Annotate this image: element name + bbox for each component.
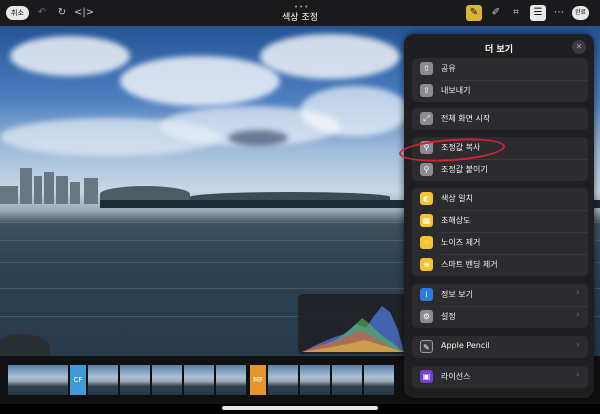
menu-item-fullscreen[interactable]: ⤢ 전체 화면 시작	[412, 108, 588, 130]
filmstrip-thumbnail[interactable]	[332, 365, 362, 395]
home-indicator[interactable]	[222, 406, 378, 410]
crop-icon[interactable]: ⌗	[508, 5, 524, 21]
menu-group-pencil: ✎ Apple Pencil ›	[412, 336, 588, 358]
menu-item-share[interactable]: ⇧ 공유	[412, 58, 588, 80]
auto-adjust-icon[interactable]: ✎	[466, 5, 482, 21]
done-button[interactable]: 완료	[572, 6, 590, 20]
menu-item-label: 색상 일치	[441, 194, 473, 203]
menu-item-label: 라이선스	[441, 372, 471, 381]
histogram-graph	[302, 306, 404, 352]
menu-item-settings[interactable]: ⚙ 설정 ›	[412, 306, 588, 328]
more-icon[interactable]: ⋯	[551, 5, 567, 21]
filmstrip-thumbnail[interactable]	[8, 365, 38, 395]
cloud	[120, 56, 280, 106]
noise-reduction-icon: ⁘	[420, 236, 433, 249]
top-toolbar: ••• 취소 ↶ ↻ <|> 색상 조정 ✎ ✐ ⌗ ☰ ⋯ 완료	[0, 0, 600, 26]
chevron-right-icon: ›	[576, 370, 580, 380]
menu-item-super-resolution[interactable]: ▦ 초해상도	[412, 210, 588, 232]
filmstrip-thumbnail[interactable]	[268, 365, 298, 395]
building	[34, 176, 42, 204]
foreground-rock	[0, 334, 50, 356]
menu-item-label: 공유	[441, 64, 456, 73]
super-resolution-icon: ▦	[420, 214, 433, 227]
menu-item-label: 스마트 밴딩 제거	[441, 260, 498, 269]
adjust-sliders-icon[interactable]: ☰	[530, 5, 546, 21]
menu-item-license[interactable]: ▣ 라이선스 ›	[412, 366, 588, 388]
cloud	[300, 86, 410, 136]
filmstrip-thumbnail[interactable]	[216, 365, 246, 395]
menu-group-license: ▣ 라이선스 ›	[412, 366, 588, 388]
menu-item-label: 노이즈 제거	[441, 238, 481, 247]
building	[56, 176, 68, 204]
cloud	[0, 118, 220, 156]
cloud	[228, 130, 288, 146]
building	[70, 182, 80, 204]
pencil-icon: ✎	[420, 340, 433, 353]
menu-title: 더 보기	[485, 45, 513, 55]
smart-debanding-icon: ≡	[420, 258, 433, 271]
menu-item-paste-adjustments[interactable]: ⚲ 조정값 붙이기	[412, 159, 588, 181]
paste-adjustments-icon: ⚲	[420, 163, 433, 176]
chevron-right-icon: ›	[576, 288, 580, 298]
menu-item-label: 조정값 붙이기	[441, 165, 488, 174]
histogram	[298, 294, 408, 354]
chevron-right-icon: ›	[576, 340, 580, 350]
menu-item-label: 설정	[441, 312, 456, 321]
menu-item-label: Apple Pencil	[441, 341, 490, 350]
filmstrip-thumbnail[interactable]	[364, 365, 394, 395]
filmstrip-thumbnail[interactable]	[88, 365, 118, 395]
color-match-icon: ◐	[420, 192, 433, 205]
building	[84, 178, 98, 204]
menu-group-share: ⇧ 공유 ⇪ 내보내기	[412, 58, 588, 102]
chevron-right-icon: ›	[576, 310, 580, 320]
menu-item-export[interactable]: ⇪ 내보내기	[412, 80, 588, 102]
building	[0, 186, 18, 204]
menu-group-fullscreen: ⤢ 전체 화면 시작	[412, 108, 588, 130]
cloud	[260, 34, 400, 79]
filmstrip-thumbnail[interactable]	[184, 365, 214, 395]
cf-badge[interactable]: CF	[70, 365, 86, 395]
filmstrip-thumbnail[interactable]	[300, 365, 330, 395]
filmstrip-thumbnail[interactable]	[120, 365, 150, 395]
license-icon: ▣	[420, 370, 433, 383]
building	[44, 172, 54, 204]
filmstrip-thumbnail[interactable]	[152, 365, 182, 395]
building	[20, 168, 32, 204]
retouch-brush-icon[interactable]: ✐	[488, 5, 504, 21]
menu-group-enhance: ◐ 색상 일치 ▦ 초해상도 ⁘ 노이즈 제거 ≡ 스마트 밴딩 제거	[412, 188, 588, 276]
menu-item-smart-debanding[interactable]: ≡ 스마트 밴딩 제거	[412, 254, 588, 276]
fullscreen-icon: ⤢	[420, 112, 433, 125]
menu-item-color-match[interactable]: ◐ 색상 일치	[412, 188, 588, 210]
close-icon[interactable]: ✕	[572, 40, 586, 54]
mf-badge[interactable]: MF	[250, 365, 266, 395]
menu-item-label: 초해상도	[441, 216, 471, 225]
cloud	[10, 36, 130, 76]
menu-item-label: 내보내기	[441, 86, 471, 95]
menu-item-label: 전체 화면 시작	[441, 114, 491, 123]
share-icon: ⇧	[420, 62, 433, 75]
filmstrip-thumbnail[interactable]	[38, 365, 68, 395]
info-icon: i	[420, 288, 433, 301]
menu-item-info[interactable]: i 정보 보기 ›	[412, 284, 588, 306]
menu-item-label: 정보 보기	[441, 290, 473, 299]
menu-item-apple-pencil[interactable]: ✎ Apple Pencil ›	[412, 336, 588, 358]
menu-group-info: i 정보 보기 › ⚙ 설정 ›	[412, 284, 588, 328]
menu-item-noise-reduction[interactable]: ⁘ 노이즈 제거	[412, 232, 588, 254]
export-icon: ⇪	[420, 84, 433, 97]
more-menu: 더 보기 ✕ ⇧ 공유 ⇪ 내보내기 ⤢ 전체 화면 시작 ⚲ 조정값 복사 ⚲…	[404, 34, 594, 398]
settings-icon: ⚙	[420, 310, 433, 323]
